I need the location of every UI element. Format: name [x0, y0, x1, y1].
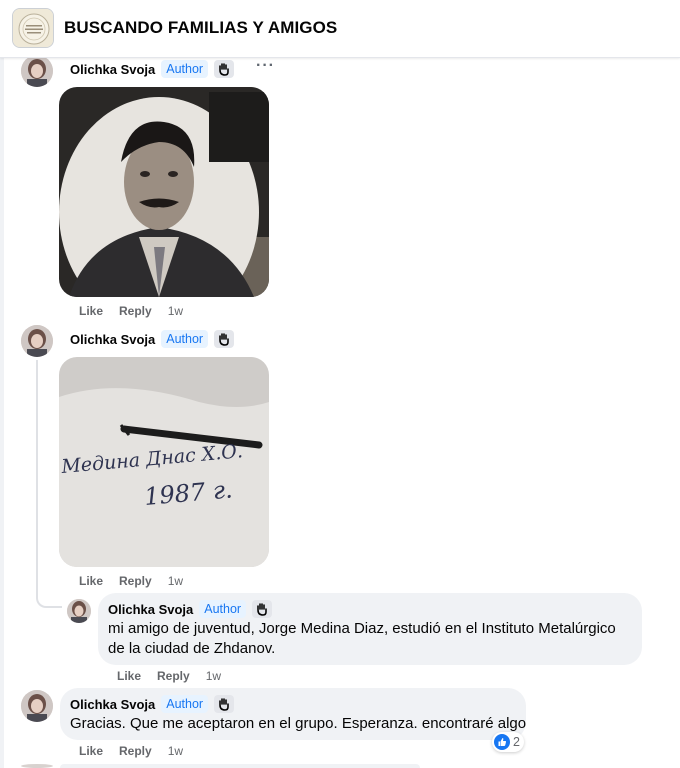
thread-connector	[36, 590, 62, 608]
comment-actions: Like Reply 1w	[79, 573, 183, 589]
comment-photo[interactable]: Медина Днас Х.О. 1987 г.	[59, 357, 269, 567]
avatar[interactable]	[21, 764, 53, 768]
reaction-summary[interactable]: 2	[492, 732, 524, 752]
comment-actions: Like Reply 1w	[117, 668, 221, 684]
like-button[interactable]: Like	[79, 744, 103, 758]
thumbs-up-icon	[494, 734, 510, 750]
comment-photo[interactable]	[59, 87, 269, 297]
commenter-name[interactable]: Olichka Svoja	[70, 332, 155, 347]
comment-actions: Like Reply 1w	[79, 743, 183, 759]
commenter-name[interactable]: Olichka Svoja	[70, 62, 155, 77]
author-badge: Author	[161, 330, 209, 348]
like-button[interactable]: Like	[79, 574, 103, 588]
comment-header: Olichka Svoja Author	[108, 599, 273, 619]
comment-timestamp[interactable]: 1w	[168, 744, 183, 758]
comment-text: mi amigo de juventud, Jorge Medina Diaz,…	[108, 620, 616, 657]
comment-bubble: Olichka Svoja Author Gracias. Que me ace…	[60, 688, 526, 740]
author-badge: Author	[161, 695, 209, 713]
like-button[interactable]: Like	[79, 304, 103, 318]
comment-header: Olichka Svoja Author	[70, 694, 235, 714]
reply-button[interactable]: Reply	[119, 744, 152, 758]
comment-header: Olichka Svoja Author	[70, 329, 235, 349]
avatar[interactable]	[21, 55, 53, 87]
group-avatar[interactable]	[12, 8, 54, 48]
feed-left-edge	[0, 58, 4, 768]
group-header: BUSCANDO FAMILIAS Y AMIGOS	[0, 0, 680, 58]
reply-button[interactable]: Reply	[119, 304, 152, 318]
comment-bubble	[60, 764, 420, 768]
reply-button[interactable]: Reply	[119, 574, 152, 588]
wave-hand-icon	[214, 60, 235, 78]
reply-button[interactable]: Reply	[157, 669, 190, 683]
comment-timestamp[interactable]: 1w	[206, 669, 221, 683]
wave-hand-icon	[252, 600, 273, 618]
more-options-icon[interactable]: ···	[256, 57, 275, 75]
thread-line	[36, 360, 38, 592]
comment-timestamp[interactable]: 1w	[168, 304, 183, 318]
wave-hand-icon	[214, 330, 235, 348]
avatar[interactable]	[21, 690, 53, 722]
comment-bubble: Olichka Svoja Author mi amigo de juventu…	[98, 593, 642, 665]
comment-timestamp[interactable]: 1w	[168, 574, 183, 588]
commenter-name[interactable]: Olichka Svoja	[108, 602, 193, 617]
avatar[interactable]	[67, 599, 91, 623]
avatar[interactable]	[21, 325, 53, 357]
comment-text: Gracias. Que me aceptaron en el grupo. E…	[70, 715, 527, 732]
reaction-count: 2	[513, 735, 520, 749]
wave-hand-icon	[214, 695, 235, 713]
author-badge: Author	[199, 600, 247, 618]
author-badge: Author	[161, 60, 209, 78]
comment-header: Olichka Svoja Author	[70, 59, 235, 79]
comment-actions: Like Reply 1w	[79, 303, 183, 319]
like-button[interactable]: Like	[117, 669, 141, 683]
commenter-name[interactable]: Olichka Svoja	[70, 697, 155, 712]
group-title[interactable]: BUSCANDO FAMILIAS Y AMIGOS	[64, 18, 337, 38]
